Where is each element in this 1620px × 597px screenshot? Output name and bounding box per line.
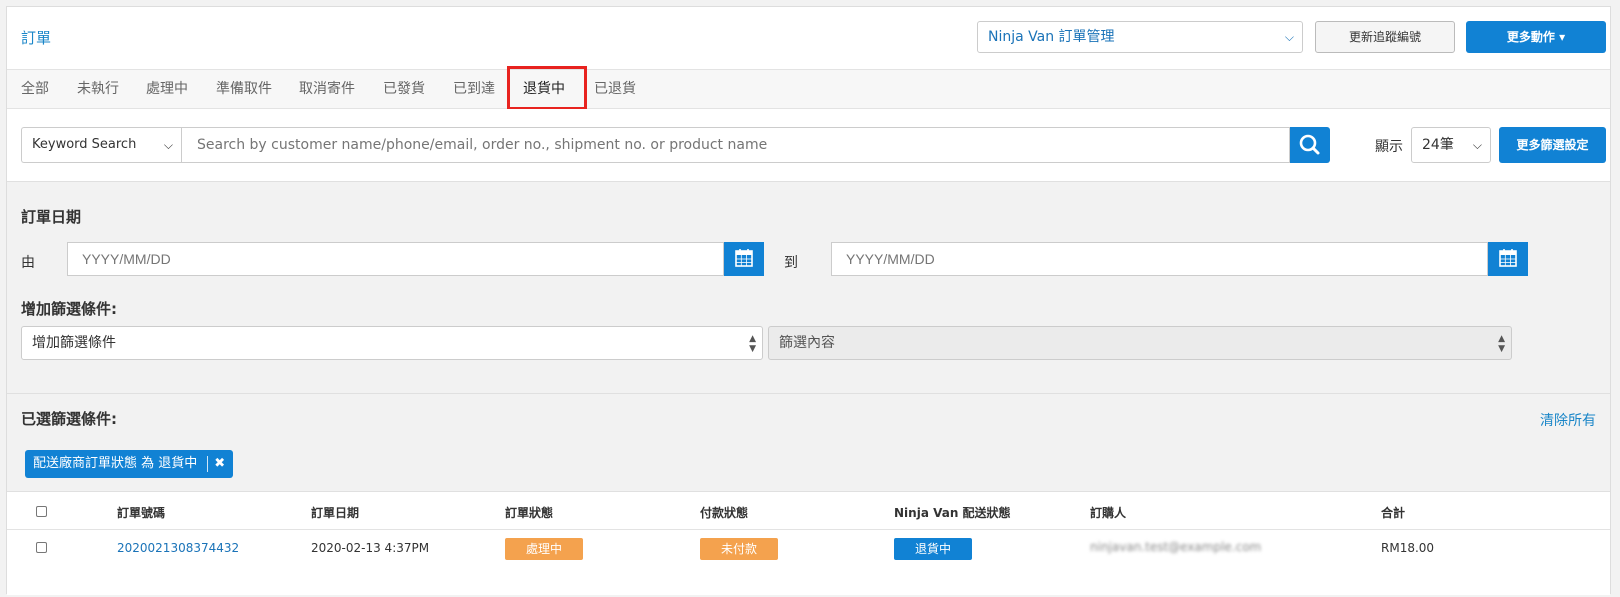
to-date-input[interactable]: [831, 242, 1488, 276]
delivery-status-badge: 退貨中: [894, 538, 972, 560]
column-header: 訂購人: [1090, 506, 1127, 520]
up-down-arrows-icon: ▲ ▼: [749, 334, 756, 354]
order-date: 2020-02-13 4:37PM: [311, 541, 430, 555]
column-header: 訂單狀態: [505, 506, 554, 520]
provider-select-value: Ninja Van 訂單管理: [988, 29, 1115, 45]
status-tabs: 全部 未執行 處理中 準備取件 取消寄件 已發貨 已到達 退貨中 已退貨: [7, 69, 1610, 109]
more-filters-button[interactable]: 更多篩選設定: [1499, 127, 1606, 163]
tab-pending[interactable]: 未執行: [77, 70, 119, 108]
chevron-down-icon: ⌵: [163, 138, 173, 152]
order-number-link[interactable]: 2020021308374432: [117, 541, 239, 555]
orders-table: 訂單號碼 訂單日期 訂單狀態 付款狀態 Ninja Van 配送狀態 訂購人 合…: [7, 491, 1610, 595]
header-divider: [7, 529, 1610, 530]
filter-chip: 配送廠商訂單狀態 為 退貨中 ✖: [25, 450, 234, 478]
filter-condition-select[interactable]: 增加篩選條件 ▲ ▼: [21, 326, 763, 360]
calendar-icon: [1499, 249, 1517, 267]
tab-returned[interactable]: 已退貨: [594, 70, 636, 108]
selected-filters-section: 已選篩選條件: 清除所有 配送廠商訂單狀態 為 退貨中 ✖: [7, 393, 1610, 491]
to-calendar-button[interactable]: [1488, 242, 1528, 276]
payment-status-badge: 未付款: [700, 538, 778, 560]
search-button[interactable]: [1290, 127, 1330, 163]
customer-email: ninjavan.test@example.com: [1090, 540, 1262, 554]
chevron-down-icon: ⌵: [1472, 138, 1482, 152]
column-header: 付款狀態: [700, 506, 749, 520]
add-filter-title: 增加篩選條件:: [21, 300, 117, 318]
select-all-checkbox[interactable]: [36, 506, 47, 517]
page-header: 訂單 Ninja Van 訂單管理 ⌵ 更新追蹤編號 更多動作 ▾: [7, 7, 1610, 69]
orders-panel: 訂單 Ninja Van 訂單管理 ⌵ 更新追蹤編號 更多動作 ▾ 全部 未執行…: [6, 6, 1611, 595]
search-type-select[interactable]: Keyword Search ⌵: [21, 127, 181, 163]
to-label: 到: [784, 255, 798, 271]
chip-divider: [207, 456, 209, 472]
order-date-title: 訂單日期: [21, 208, 82, 226]
order-status-badge: 處理中: [505, 538, 583, 560]
page-size-select[interactable]: 24筆 ⌵: [1411, 127, 1491, 163]
provider-select[interactable]: Ninja Van 訂單管理 ⌵: [977, 21, 1303, 53]
filter-condition-value: 增加篩選條件: [32, 335, 116, 351]
page-title: 訂單: [21, 29, 52, 47]
tab-all[interactable]: 全部: [21, 70, 49, 108]
search-bar: Keyword Search ⌵ 顯示 24筆 ⌵ 更多篩選設定: [7, 109, 1610, 181]
search-icon: [1299, 134, 1320, 155]
clear-all-link[interactable]: 清除所有: [1540, 410, 1596, 430]
order-total: RM18.00: [1381, 541, 1435, 555]
tab-cancel-shipment[interactable]: 取消寄件: [299, 70, 355, 108]
column-header: 訂單號碼: [117, 506, 166, 520]
filter-chip-label: 配送廠商訂單狀態 為 退貨中: [33, 456, 198, 471]
chevron-down-icon: ⌵: [1284, 30, 1294, 44]
tab-shipped[interactable]: 已發貨: [383, 70, 425, 108]
tab-processing[interactable]: 處理中: [146, 70, 188, 108]
from-calendar-button[interactable]: [724, 242, 764, 276]
filter-section: 訂單日期 由 到: [7, 181, 1610, 393]
show-count-label: 顯示: [1375, 139, 1403, 155]
row-checkbox[interactable]: [36, 542, 47, 553]
column-header: 合計: [1381, 506, 1406, 520]
filter-content-value: 篩選內容: [779, 335, 835, 351]
filter-content-select[interactable]: 篩選內容 ▲ ▼: [768, 326, 1512, 360]
more-actions-button[interactable]: 更多動作 ▾: [1466, 21, 1606, 53]
column-header: 訂單日期: [311, 506, 360, 520]
tab-ready-pickup[interactable]: 準備取件: [216, 70, 272, 108]
column-header: Ninja Van 配送狀態: [894, 506, 1011, 520]
tab-highlight-box: [507, 66, 587, 110]
selected-filters-title: 已選篩選條件:: [21, 410, 117, 428]
page-size-value: 24筆: [1422, 137, 1454, 153]
from-date-input[interactable]: [67, 242, 724, 276]
calendar-icon: [735, 249, 753, 267]
update-tracking-button[interactable]: 更新追蹤編號: [1315, 21, 1455, 53]
from-label: 由: [21, 255, 35, 271]
search-type-value: Keyword Search: [32, 137, 137, 152]
search-input[interactable]: [181, 127, 1290, 163]
tab-arrived[interactable]: 已到達: [453, 70, 495, 108]
close-icon[interactable]: ✖: [214, 450, 225, 478]
up-down-arrows-icon: ▲ ▼: [1498, 334, 1505, 354]
